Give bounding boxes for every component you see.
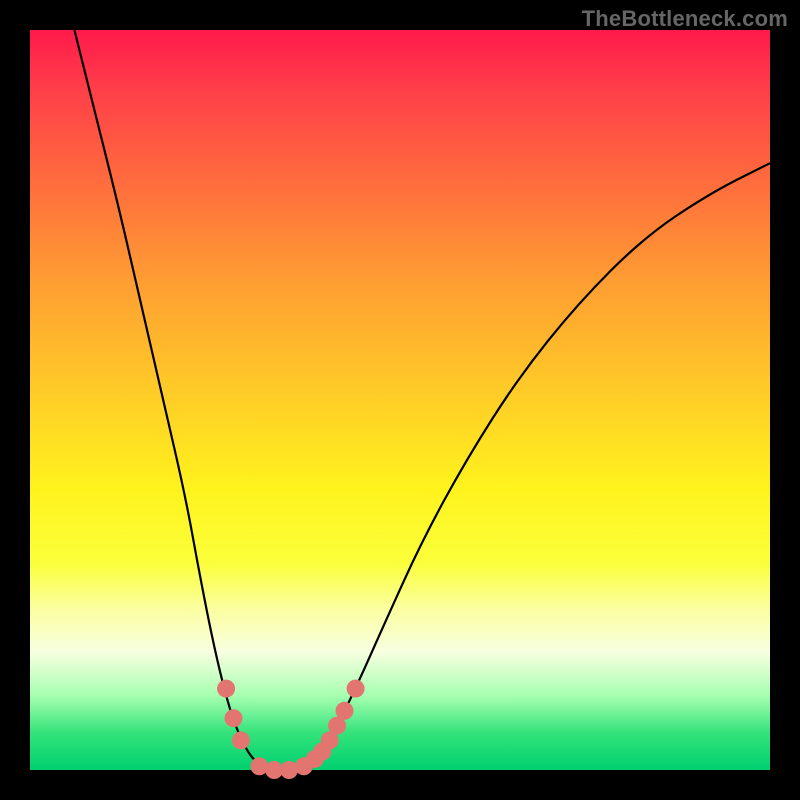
watermark-text: TheBottleneck.com	[582, 6, 788, 32]
curve-marker	[217, 680, 235, 698]
curve-markers	[217, 680, 365, 779]
curve-marker	[225, 709, 243, 727]
curve-marker	[336, 702, 354, 720]
curve-marker	[347, 680, 365, 698]
plot-area	[30, 30, 770, 770]
curve-marker	[232, 731, 250, 749]
curve-svg	[30, 30, 770, 770]
chart-frame: TheBottleneck.com	[0, 0, 800, 800]
bottleneck-curve	[74, 30, 770, 770]
